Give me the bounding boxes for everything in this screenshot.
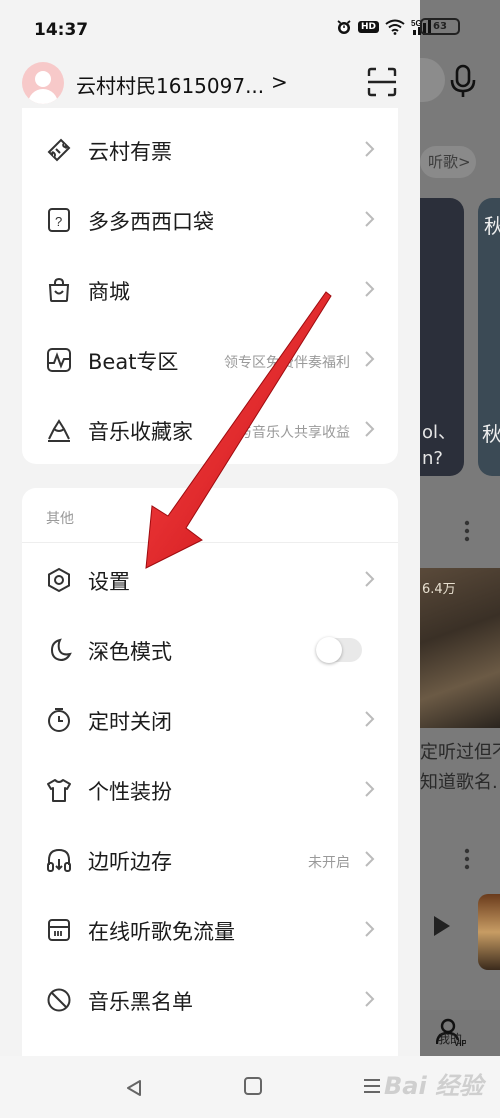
tshirt-icon (47, 779, 71, 802)
menu-item-subtitle: 与音乐人共享收益 (238, 425, 350, 441)
more-dots-icon (464, 520, 470, 542)
chevron-right-icon (365, 711, 375, 727)
dark-mode-toggle[interactable] (316, 637, 362, 663)
menu-item-label: 多多西西口袋 (88, 210, 214, 234)
menu-item-listen-and-save[interactable]: 边听边存 未开启 (22, 824, 398, 894)
menu-item-label: 定时关闭 (88, 710, 172, 734)
watermark: Bai 经验 (384, 1072, 484, 1100)
hd-badge: HD (358, 21, 380, 33)
menu-item-yuncun-ticket[interactable]: 云村有票 (22, 114, 398, 184)
menu-item-label: 边听边存 (88, 850, 172, 874)
battery-icon: 63 (420, 18, 460, 35)
menu-item-music-collector[interactable]: 音乐收藏家 与音乐人共享收益 (22, 394, 398, 464)
back-icon[interactable] (124, 1078, 144, 1098)
sim-card-icon (48, 919, 70, 941)
menu-item-label: 音乐黑名单 (88, 990, 193, 1014)
chevron-right-icon (365, 141, 375, 157)
menu-item-subtitle: 领专区免费伴奏福利 (224, 355, 350, 371)
chevron-right-icon (365, 921, 375, 937)
menu-item-beat-zone[interactable]: Beat专区 领专区免费伴奏福利 (22, 324, 398, 394)
chevron-right-icon (365, 211, 375, 227)
background-tag: 听歌> (420, 146, 476, 178)
services-card: 云村有票 ? 多多西西口袋 商城 Beat专区 领专区免费伴奏福利 音乐收藏家 … (22, 108, 398, 464)
svg-text:?: ? (55, 214, 62, 229)
menu-item-settings[interactable]: 设置 (22, 544, 398, 614)
collector-icon (48, 419, 70, 442)
chevron-right-icon (365, 281, 375, 297)
more-dots-icon (464, 848, 470, 870)
system-nav-bar: Bai 经验 (0, 1056, 500, 1118)
home-icon[interactable] (244, 1077, 262, 1095)
menu-item-label: 音乐收藏家 (88, 420, 193, 444)
microphone-icon (450, 64, 476, 97)
background-caption: 定听过但不 知道歌名. (420, 742, 500, 793)
menu-item-label: 深色模式 (88, 640, 172, 664)
menu-item-label: 个性装扮 (88, 780, 172, 804)
drawer-header: 云村村民1615097... > (0, 58, 420, 110)
avatar[interactable] (22, 62, 64, 104)
status-icons-right: 63 (420, 18, 460, 35)
menu-item-subtitle: 未开启 (308, 855, 350, 871)
pocket-icon: ? (48, 208, 70, 232)
menu-item-label: 商城 (88, 280, 130, 304)
status-time: 14:37 (34, 20, 89, 40)
menu-item-music-blacklist[interactable]: 音乐黑名单 (22, 964, 398, 1034)
shopping-bag-icon (48, 277, 70, 302)
menu-item-label: Beat专区 (88, 350, 179, 374)
background-card-char: 秋 (484, 214, 500, 238)
divider (22, 542, 398, 543)
block-icon (47, 988, 71, 1012)
profile-chevron-icon[interactable]: > (271, 70, 288, 94)
section-title-other: 其他 (46, 511, 74, 527)
chevron-right-icon (365, 571, 375, 587)
toggle-knob (316, 637, 342, 663)
recent-apps-icon[interactable] (362, 1077, 382, 1095)
play-icon (434, 916, 450, 936)
alarm-icon (337, 20, 351, 34)
battery-level: 63 (433, 21, 447, 32)
timer-icon (48, 708, 70, 732)
menu-item-label: 云村有票 (88, 140, 172, 164)
menu-item-personal-theme[interactable]: 个性装扮 (22, 754, 398, 824)
moon-icon (50, 638, 72, 662)
scan-icon[interactable] (366, 66, 398, 98)
wifi-icon (385, 19, 405, 35)
menu-item-sleep-timer[interactable]: 定时关闭 (22, 684, 398, 754)
background-card-char-2: 秋 (482, 422, 500, 446)
ticket-icon (47, 138, 71, 162)
menu-item-mall[interactable]: 商城 (22, 254, 398, 324)
menu-item-label: 在线听歌免流量 (88, 920, 235, 944)
background-search-bar (420, 58, 445, 102)
chevron-right-icon (365, 991, 375, 1007)
background-card-text: ol、 n? (422, 422, 457, 469)
username[interactable]: 云村村民1615097... (76, 70, 264, 99)
chevron-right-icon (365, 421, 375, 437)
beat-wave-icon (47, 348, 71, 372)
chevron-right-icon (365, 851, 375, 867)
chevron-right-icon (365, 781, 375, 797)
background-album-thumbnail (478, 894, 500, 970)
menu-item-free-data[interactable]: 在线听歌免流量 (22, 894, 398, 964)
other-settings-card: 其他 设置 深色模式 定时关闭 个性装扮 边听边存 未开启 在线听歌免流量 音乐… (22, 488, 398, 1068)
status-icons: HD 5G (336, 18, 433, 36)
headphones-icon (47, 848, 71, 872)
background-play-count: 6.4万 (422, 582, 456, 597)
menu-item-dark-mode[interactable]: 深色模式 (22, 614, 398, 684)
tab-me-label: 我的 (438, 1032, 463, 1046)
menu-item-label: 设置 (88, 570, 130, 594)
status-bar: 14:37 HD 5G 63 (0, 0, 460, 58)
settings-hexagon-icon (48, 567, 70, 593)
chevron-right-icon (365, 351, 375, 367)
menu-item-pocket[interactable]: ? 多多西西口袋 (22, 184, 398, 254)
background-app-overlay[interactable]: 听歌> ol、 n? 秋 秋 6.4万 定听过但不 知道歌名. VIP 我的 (420, 0, 500, 1118)
